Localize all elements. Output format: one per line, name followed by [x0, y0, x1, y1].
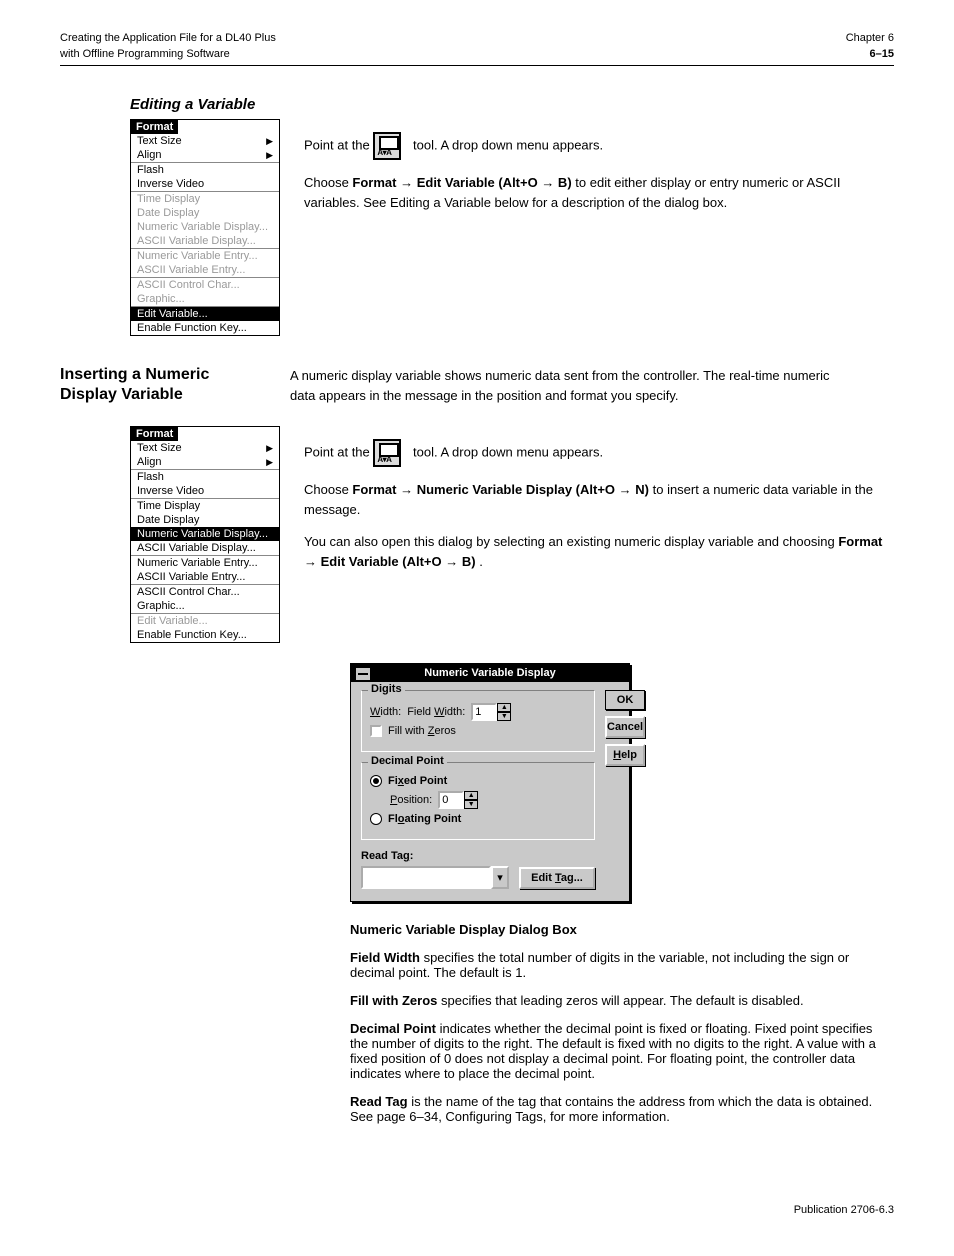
floating-point-label: Floating Point [388, 813, 461, 825]
edit-tag-button[interactable]: Edit Tag... [519, 867, 595, 889]
submenu-arrow-icon: ▶ [266, 457, 273, 468]
header-right: Chapter 6 6–15 [846, 30, 894, 62]
fixed-point-label: Fixed Point [388, 775, 447, 787]
menu-item[interactable]: Enable Function Key... [131, 628, 279, 642]
fixed-point-radio[interactable] [370, 775, 382, 787]
rowB-third: You can also open this dialog by selecti… [304, 532, 894, 571]
menu-item[interactable]: ASCII Variable Display... [131, 234, 279, 248]
format-menu-b: Format Text Size▶Align▶FlashInverse Vide… [130, 426, 280, 643]
help-button[interactable]: Help [605, 744, 645, 766]
numeric-variable-display-dialog: Numeric Variable Display Digits Width: F… [350, 663, 630, 902]
read-tag-label: Read Tag: [361, 850, 595, 862]
position-input[interactable] [438, 791, 464, 809]
dropdown-icon[interactable]: ▾ [491, 866, 509, 889]
rowB-choose: Choose Format → Numeric Variable Display… [304, 480, 894, 519]
fill-zeros-checkbox[interactable] [370, 725, 382, 737]
fill-zeros-label: Fill with Zeros [388, 725, 456, 737]
section-label-2: Display Variable [60, 386, 260, 404]
menu-item[interactable]: Graphic... [131, 599, 279, 613]
read-tag-input[interactable] [361, 866, 491, 889]
spin-down-icon[interactable]: ▼ [464, 800, 478, 809]
submenu-arrow-icon: ▶ [266, 150, 273, 161]
read-tag-combo[interactable]: ▾ [361, 866, 509, 889]
menu-item[interactable]: Inverse Video [131, 177, 279, 191]
menu-item[interactable]: Numeric Variable Display... [131, 220, 279, 234]
submenu-arrow-icon: ▶ [266, 443, 273, 454]
footer-publication: Publication 2706-6.3 [60, 1204, 894, 1216]
fill-zeros-desc: Fill with Zeros specifies that leading z… [350, 993, 890, 1008]
submenu-arrow-icon: ▶ [266, 136, 273, 147]
menu-item[interactable]: Graphic... [131, 292, 279, 306]
menu-item[interactable]: Numeric Variable Entry... [131, 556, 279, 570]
decimal-desc: Decimal Point indicates whether the deci… [350, 1021, 890, 1081]
section-body-a: A numeric display variable shows numeric… [290, 366, 850, 410]
menu-item[interactable]: Inverse Video [131, 484, 279, 498]
menu-item[interactable]: Text Size▶ [131, 441, 279, 455]
menu-item[interactable]: Edit Variable... [131, 307, 279, 321]
menu-item[interactable]: Date Display [131, 206, 279, 220]
menu-item[interactable]: Time Display [131, 499, 279, 513]
format-tool-icon[interactable] [373, 439, 401, 467]
menu-item[interactable]: Time Display [131, 192, 279, 206]
rowB-point: Point at the tool. A drop down menu appe… [304, 439, 894, 467]
menu-item[interactable]: Align▶ [131, 455, 279, 469]
field-width-desc: Field Width specifies the total number o… [350, 950, 890, 980]
position-spinner[interactable]: ▲▼ [438, 791, 478, 809]
cancel-button[interactable]: Cancel [605, 716, 645, 738]
menu-item[interactable]: ASCII Variable Entry... [131, 570, 279, 584]
header-left-line2: with Offline Programming Software [60, 46, 276, 62]
section-label-1: Inserting a Numeric [60, 366, 260, 384]
fields-heading: Numeric Variable Display Dialog Box [350, 922, 890, 937]
menu-item[interactable]: Numeric Variable Display... [131, 527, 279, 541]
editing-variable-heading: Editing a Variable [130, 96, 894, 113]
format-tool-icon[interactable] [373, 132, 401, 160]
field-width-spinner[interactable]: ▲▼ [471, 703, 511, 721]
menu-title: Format [131, 427, 178, 441]
rowA-choose: Choose Format → Edit Variable (Alt+O → B… [304, 173, 894, 212]
spin-up-icon[interactable]: ▲ [464, 791, 478, 800]
menu-title: Format [131, 120, 178, 134]
position-label: Position: [390, 794, 432, 806]
system-menu-icon[interactable] [355, 667, 371, 681]
menu-item[interactable]: Numeric Variable Entry... [131, 249, 279, 263]
menu-item[interactable]: Text Size▶ [131, 134, 279, 148]
menu-item[interactable]: ASCII Control Char... [131, 278, 279, 292]
menu-item[interactable]: Date Display [131, 513, 279, 527]
field-width-input[interactable] [471, 703, 497, 721]
ok-button[interactable]: OK [605, 690, 645, 710]
read-tag-desc: Read Tag is the name of the tag that con… [350, 1094, 890, 1124]
digits-group: Digits Width: Field Width: Field Width: … [361, 690, 595, 752]
header-left-line1: Creating the Application File for a DL40… [60, 30, 276, 46]
field-width-label: Width: [370, 706, 401, 718]
header-right-line1: Chapter 6 [846, 30, 894, 46]
page-number: 6–15 [870, 48, 894, 60]
rowA-point: Point at the tool. A drop down menu appe… [304, 132, 894, 160]
menu-item[interactable]: ASCII Variable Entry... [131, 263, 279, 277]
menu-item[interactable]: ASCII Variable Display... [131, 541, 279, 555]
menu-item[interactable]: Flash [131, 163, 279, 177]
menu-item[interactable]: ASCII Control Char... [131, 585, 279, 599]
header-left: Creating the Application File for a DL40… [60, 30, 276, 62]
floating-point-radio[interactable] [370, 813, 382, 825]
dialog-title: Numeric Variable Display [351, 664, 629, 682]
menu-item[interactable]: Edit Variable... [131, 614, 279, 628]
decimal-point-group: Decimal Point Fixed Point Fixed Point Po… [361, 762, 595, 840]
menu-item[interactable]: Align▶ [131, 148, 279, 162]
spin-down-icon[interactable]: ▼ [497, 712, 511, 721]
menu-item[interactable]: Flash [131, 470, 279, 484]
spin-up-icon[interactable]: ▲ [497, 703, 511, 712]
format-menu-a: Format Text Size▶Align▶FlashInverse Vide… [130, 119, 280, 336]
menu-item[interactable]: Enable Function Key... [131, 321, 279, 335]
